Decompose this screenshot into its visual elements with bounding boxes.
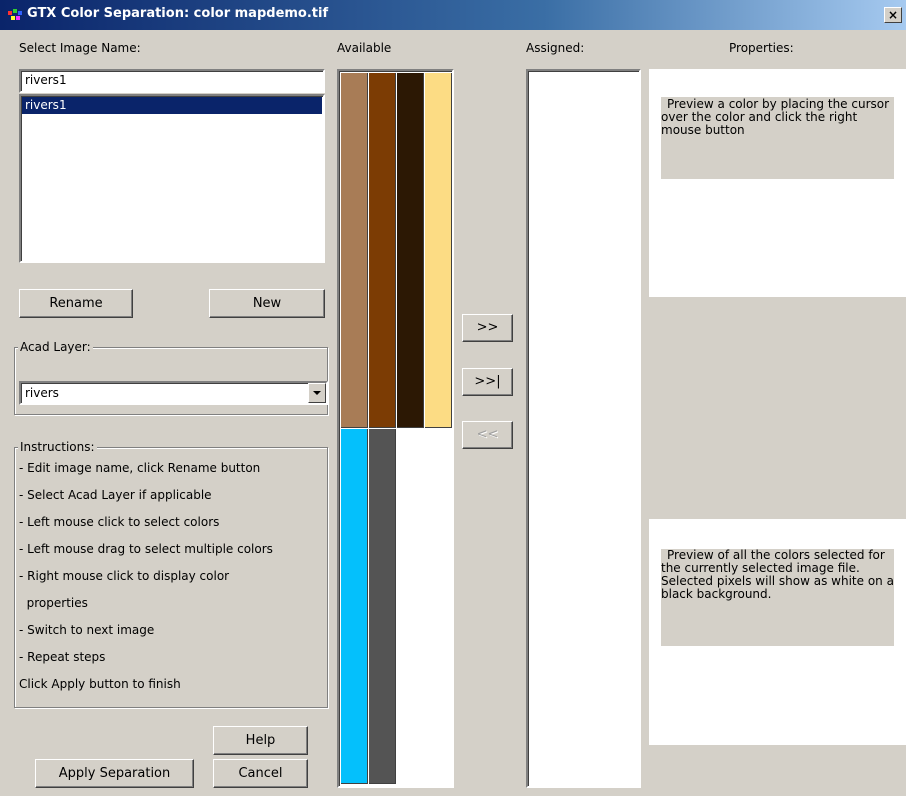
assigned-label: Assigned: (526, 41, 585, 55)
available-colors-panel[interactable] (337, 69, 454, 788)
assigned-colors-list[interactable] (526, 69, 641, 788)
selection-preview-panel: Preview of all the colors selected for t… (649, 519, 906, 745)
instruction-line: - Repeat steps (19, 650, 106, 664)
color-preview-hint: Preview a color by placing the cursor ov… (661, 97, 894, 179)
acad-layer-select[interactable]: rivers (19, 381, 328, 405)
new-button[interactable]: New (209, 289, 325, 318)
selection-preview-hint: Preview of all the colors selected for t… (661, 549, 894, 646)
color-swatch[interactable] (369, 429, 396, 784)
color-swatch[interactable] (397, 73, 424, 428)
remove-button[interactable]: << (462, 421, 513, 449)
color-swatch[interactable] (369, 73, 396, 428)
instruction-line: - Edit image name, click Rename button (19, 461, 261, 475)
rename-button[interactable]: Rename (19, 289, 133, 318)
apply-separation-button[interactable]: Apply Separation (35, 759, 194, 788)
title-bar: GTX Color Separation: color mapdemo.tif … (0, 0, 906, 30)
add-selected-button[interactable]: >> (462, 314, 513, 342)
app-icon (8, 9, 22, 20)
instruction-line: - Switch to next image (19, 623, 155, 637)
properties-label: Properties: (729, 41, 794, 55)
color-swatch[interactable] (341, 429, 368, 784)
window-title: GTX Color Separation: color mapdemo.tif (27, 6, 329, 21)
add-all-button[interactable]: >>| (462, 368, 513, 396)
color-preview-panel: Preview a color by placing the cursor ov… (649, 69, 906, 297)
instruction-line: - Left mouse click to select colors (19, 515, 220, 529)
color-swatch[interactable] (425, 73, 452, 428)
instruction-line: - Right mouse click to display color (19, 569, 230, 583)
image-name-input[interactable]: rivers1 (19, 69, 325, 93)
image-listbox[interactable]: rivers1 (19, 94, 325, 263)
close-button[interactable]: × (884, 7, 902, 23)
cancel-button[interactable]: Cancel (213, 759, 308, 788)
list-item[interactable]: rivers1 (22, 97, 322, 114)
select-image-label: Select Image Name: (19, 41, 141, 55)
chevron-down-icon (313, 391, 321, 395)
instruction-line: properties (19, 596, 88, 610)
dropdown-button[interactable] (308, 383, 326, 403)
acad-layer-legend: Acad Layer: (18, 340, 93, 354)
color-swatch[interactable] (341, 73, 368, 428)
available-label: Available (337, 41, 392, 55)
help-button[interactable]: Help (213, 726, 308, 755)
instruction-line: - Select Acad Layer if applicable (19, 488, 212, 502)
acad-layer-value: rivers (25, 386, 59, 400)
instructions-legend: Instructions: (18, 440, 97, 454)
instruction-line: - Left mouse drag to select multiple col… (19, 542, 273, 556)
instruction-line: Click Apply button to finish (19, 677, 181, 691)
